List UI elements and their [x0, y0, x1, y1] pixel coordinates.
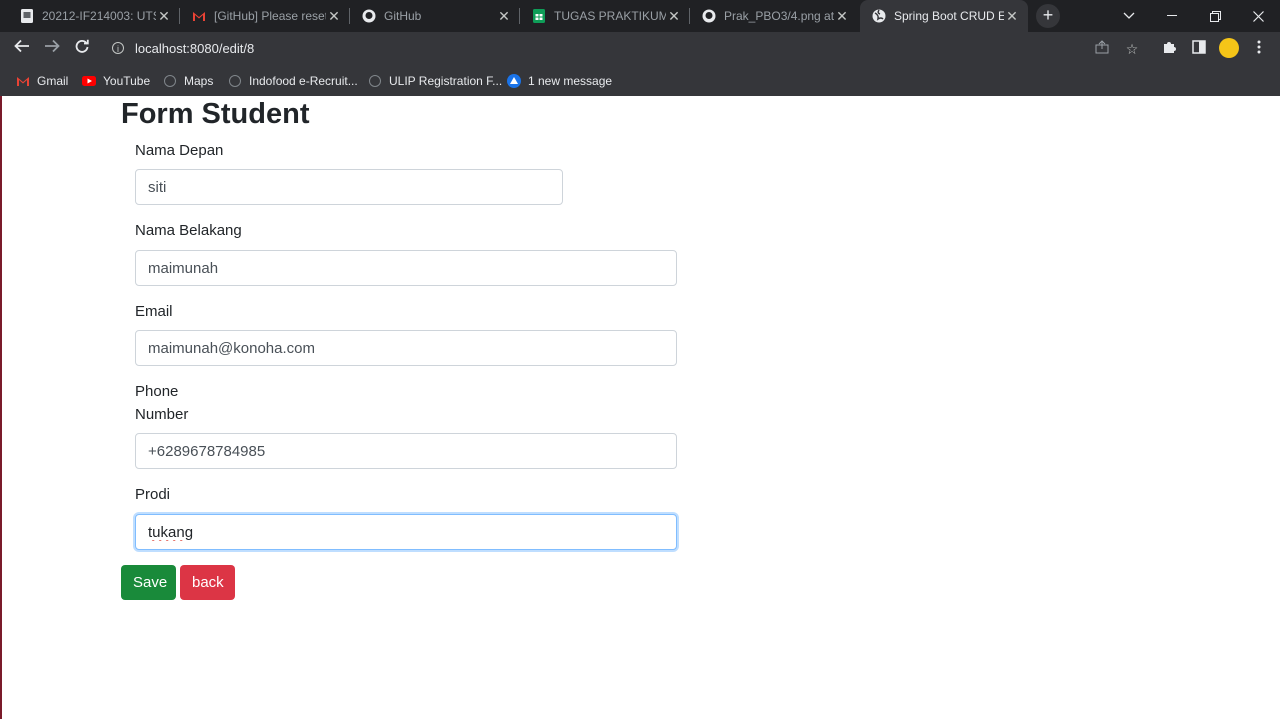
globe-icon — [163, 74, 177, 88]
extensions-icon[interactable] — [1160, 40, 1178, 58]
globe-icon — [228, 74, 242, 88]
bookmark-indofood[interactable]: Indofood e-Recruit... — [228, 66, 358, 96]
bookmark-gmail[interactable]: Gmail — [16, 66, 68, 96]
bookmark-ulip[interactable]: ULIP Registration F... — [368, 66, 502, 96]
tab-title: 20212-IF214003: UTS — [42, 9, 156, 23]
nama-belakang-label: Nama Belakang — [135, 222, 242, 239]
phone-number-input[interactable] — [135, 433, 677, 469]
phone-label-line1: Phone — [135, 383, 179, 400]
prodi-input[interactable] — [135, 514, 677, 550]
close-icon[interactable]: ✕ — [326, 8, 342, 25]
tab-github-reset[interactable]: [GitHub] Please reset ✕ — [180, 0, 350, 32]
info-icon[interactable]: i — [112, 42, 124, 54]
back-button[interactable]: back — [180, 565, 235, 600]
url-text: localhost:8080/edit/8 — [135, 41, 255, 56]
bookmark-new-message[interactable]: 1 new message — [507, 66, 612, 96]
share-icon[interactable] — [1093, 40, 1111, 58]
bookmark-label: YouTube — [103, 74, 151, 88]
close-icon[interactable]: ✕ — [666, 8, 682, 25]
page-edge — [0, 96, 2, 719]
youtube-icon — [82, 74, 96, 88]
bookmark-label: ULIP Registration F... — [389, 74, 503, 88]
sheets-icon — [532, 9, 546, 23]
bookmark-star-icon[interactable]: ☆ — [1123, 40, 1141, 58]
tab-tugas-praktikum[interactable]: TUGAS PRAKTIKUM P ✕ — [520, 0, 690, 32]
close-icon[interactable]: ✕ — [496, 8, 512, 25]
back-arrow-icon[interactable] — [10, 38, 34, 60]
phone-label-line2: Number — [135, 406, 189, 423]
email-label: Email — [135, 303, 173, 320]
minimize-icon[interactable] — [1150, 0, 1194, 32]
gmail-icon — [16, 74, 30, 88]
nama-depan-input[interactable] — [135, 169, 563, 205]
document-icon — [20, 9, 34, 23]
message-icon — [507, 74, 521, 88]
nama-depan-label: Nama Depan — [135, 142, 224, 159]
menu-dots-icon[interactable] — [1250, 40, 1268, 58]
browser-toolbar: i localhost:8080/edit/8 ☆ — [0, 32, 1280, 66]
globe-icon — [368, 74, 382, 88]
bookmark-label: 1 new message — [528, 74, 613, 88]
address-bar[interactable]: i localhost:8080/edit/8 — [104, 36, 1154, 62]
profile-avatar[interactable] — [1219, 38, 1239, 58]
tab-search-icon[interactable] — [1107, 0, 1151, 32]
side-panel-icon[interactable] — [1190, 40, 1208, 58]
close-icon[interactable]: ✕ — [1004, 8, 1020, 25]
nama-belakang-input[interactable] — [135, 250, 677, 286]
tab-strip: 20212-IF214003: UTS ✕ [GitHub] Please re… — [0, 0, 1280, 32]
tab-prak-pbo[interactable]: Prak_PBO3/4.png at m ✕ — [690, 0, 858, 32]
restore-icon[interactable] — [1193, 0, 1237, 32]
bookmark-label: Gmail — [37, 74, 69, 88]
bookmark-maps[interactable]: Maps — [163, 66, 213, 96]
new-tab-button[interactable]: + — [1036, 4, 1060, 28]
tab-title: TUGAS PRAKTIKUM P — [554, 9, 666, 23]
github-icon — [362, 9, 376, 23]
github-icon — [702, 9, 716, 23]
tab-title: GitHub — [384, 9, 422, 23]
save-button[interactable]: Save — [121, 565, 176, 600]
bookmark-youtube[interactable]: YouTube — [82, 66, 150, 96]
tab-uts[interactable]: 20212-IF214003: UTS ✕ — [8, 0, 180, 32]
prodi-label: Prodi — [135, 486, 171, 503]
email-input[interactable] — [135, 330, 677, 366]
bookmarks-bar: Gmail YouTube Maps Indofood e-Recruit...… — [0, 66, 1280, 96]
globe-icon — [872, 9, 886, 23]
close-icon[interactable]: ✕ — [156, 8, 172, 25]
page-title: Form Student — [121, 98, 310, 130]
tab-title: [GitHub] Please reset — [214, 9, 326, 23]
bookmark-label: Maps — [184, 74, 214, 88]
close-icon[interactable]: ✕ — [834, 8, 850, 25]
gmail-icon — [192, 9, 206, 23]
forward-arrow-icon[interactable] — [40, 38, 64, 60]
reload-icon[interactable] — [70, 38, 94, 60]
tab-spring-boot-crud[interactable]: Spring Boot CRUD Ex ✕ — [860, 0, 1028, 32]
tab-title: Spring Boot CRUD Ex — [894, 9, 1004, 23]
tab-title: Prak_PBO3/4.png at m — [724, 9, 834, 23]
tab-github[interactable]: GitHub ✕ — [350, 0, 520, 32]
bookmark-label: Indofood e-Recruit... — [249, 74, 358, 88]
window-close-icon[interactable] — [1236, 0, 1280, 32]
